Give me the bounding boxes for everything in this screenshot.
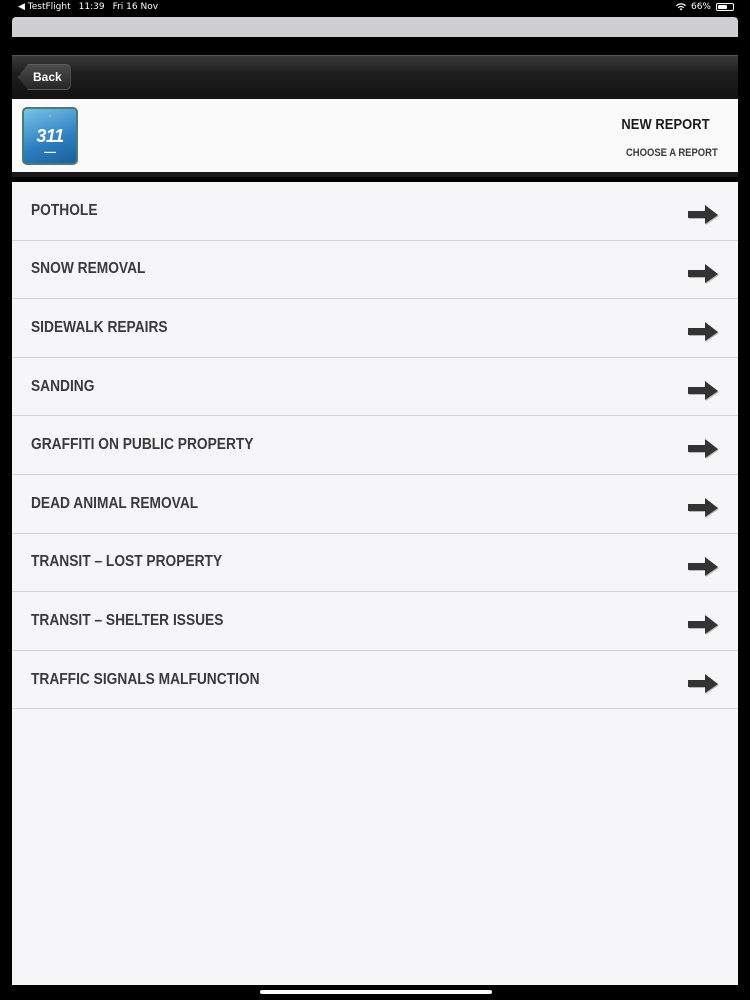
page-subtitle: CHOOSE A REPORT xyxy=(626,147,718,159)
logo-decoration: ~ xyxy=(48,114,52,120)
status-left: ◀ TestFlight 11:39 Fri 16 Nov xyxy=(18,2,158,12)
list-item-label: TRANSIT – SHELTER ISSUES xyxy=(31,611,224,629)
arrow-right-icon xyxy=(688,205,719,225)
list-item-label: DEAD ANIMAL REMOVAL xyxy=(31,494,199,512)
back-button[interactable]: Back xyxy=(18,64,71,90)
list-item-label: POTHOLE xyxy=(31,201,98,219)
list-item[interactable]: TRAFFIC SIGNALS MALFUNCTION xyxy=(12,651,738,710)
list-item[interactable]: TRANSIT – SHELTER ISSUES xyxy=(12,592,738,651)
list-item[interactable]: POTHOLE xyxy=(12,182,738,241)
arrow-right-icon xyxy=(688,556,719,577)
311-logo: ~ 311 ▬▬▬ xyxy=(22,107,78,165)
list-item[interactable]: SNOW REMOVAL xyxy=(12,241,738,300)
list-item-label: TRANSIT – LOST PROPERTY xyxy=(31,553,223,571)
list-item[interactable]: SIDEWALK REPAIRS xyxy=(12,299,738,358)
page-title: NEW REPORT xyxy=(621,116,710,133)
list-item[interactable]: SANDING xyxy=(12,358,738,417)
logo-number: 311 xyxy=(36,126,64,146)
list-item[interactable]: DEAD ANIMAL REMOVAL xyxy=(12,475,738,534)
status-right: 66% xyxy=(675,2,734,12)
wifi-icon xyxy=(675,3,686,11)
list-item-label: SANDING xyxy=(31,377,95,395)
arrow-right-icon xyxy=(688,673,719,694)
status-bar: ◀ TestFlight 11:39 Fri 16 Nov 66% xyxy=(0,0,750,16)
status-time: 11:39 xyxy=(78,2,105,12)
arrow-right-icon xyxy=(688,615,719,636)
arrow-right-icon xyxy=(688,380,719,401)
back-to-app-link[interactable]: ◀ TestFlight xyxy=(18,2,71,12)
status-date: Fri 16 Nov xyxy=(112,2,159,12)
arrow-right-icon xyxy=(688,439,719,460)
battery-fill xyxy=(718,5,728,9)
arrow-right-icon xyxy=(688,497,719,518)
report-type-list: POTHOLE SNOW REMOVAL SIDEWALK REPAIRS SANDI… xyxy=(12,182,738,985)
navigation-bar: Back xyxy=(12,55,738,99)
list-item-label: SNOW REMOVAL xyxy=(31,260,146,278)
arrow-right-icon xyxy=(688,322,719,343)
arrow-right-icon xyxy=(688,263,719,284)
top-strip xyxy=(12,17,738,37)
logo-subtext: ▬▬▬ xyxy=(44,149,56,154)
list-item-label: GRAFFITI ON PUBLIC PROPERTY xyxy=(31,436,254,454)
list-item[interactable]: GRAFFITI ON PUBLIC PROPERTY xyxy=(12,416,738,475)
battery-icon xyxy=(716,3,734,11)
list-item-label: TRAFFIC SIGNALS MALFUNCTION xyxy=(31,670,260,688)
list-item[interactable]: TRANSIT – LOST PROPERTY xyxy=(12,534,738,593)
home-indicator[interactable] xyxy=(260,990,492,994)
report-header: ~ 311 ▬▬▬ NEW REPORT CHOOSE A REPORT xyxy=(12,99,738,177)
battery-percent: 66% xyxy=(690,2,711,12)
list-item-label: SIDEWALK REPAIRS xyxy=(31,318,168,336)
